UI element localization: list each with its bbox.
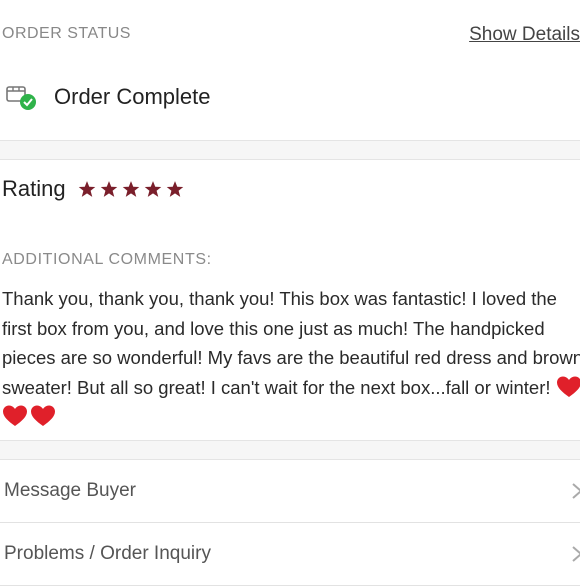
order-status-section: ORDER STATUS Show Details Order Complete — [0, 0, 580, 140]
star-icon — [78, 181, 95, 197]
chevron-right-icon — [572, 546, 580, 562]
message-buyer-label: Message Buyer — [4, 480, 137, 501]
rating-label: Rating — [2, 176, 66, 201]
star-icon — [144, 181, 161, 197]
comments-label: ADDITIONAL COMMENTS: — [2, 251, 212, 268]
star-icon — [122, 181, 139, 197]
chevron-right-icon — [572, 483, 580, 499]
star-rating — [78, 180, 184, 198]
star-icon — [166, 181, 183, 197]
heart-icon — [556, 376, 580, 397]
comment-text: Thank you, thank you, thank you! This bo… — [2, 288, 580, 398]
section-divider — [0, 140, 580, 160]
order-inquiry-row[interactable]: Problems / Order Inquiry — [0, 523, 580, 586]
show-details-link[interactable]: Show Details — [469, 24, 580, 46]
order-status-label: ORDER STATUS — [2, 25, 131, 42]
order-inquiry-label: Problems / Order Inquiry — [4, 543, 211, 564]
order-status-row: Order Complete — [6, 82, 211, 112]
star-icon — [100, 181, 117, 197]
order-status-text: Order Complete — [54, 84, 211, 109]
section-divider — [0, 440, 580, 460]
comment-body: Thank you, thank you, thank you! This bo… — [2, 284, 580, 432]
heart-icon — [3, 405, 27, 426]
rating-row: Rating — [2, 176, 184, 202]
box-check-icon — [6, 83, 38, 111]
message-buyer-row[interactable]: Message Buyer — [0, 460, 580, 523]
heart-icon — [31, 405, 55, 426]
